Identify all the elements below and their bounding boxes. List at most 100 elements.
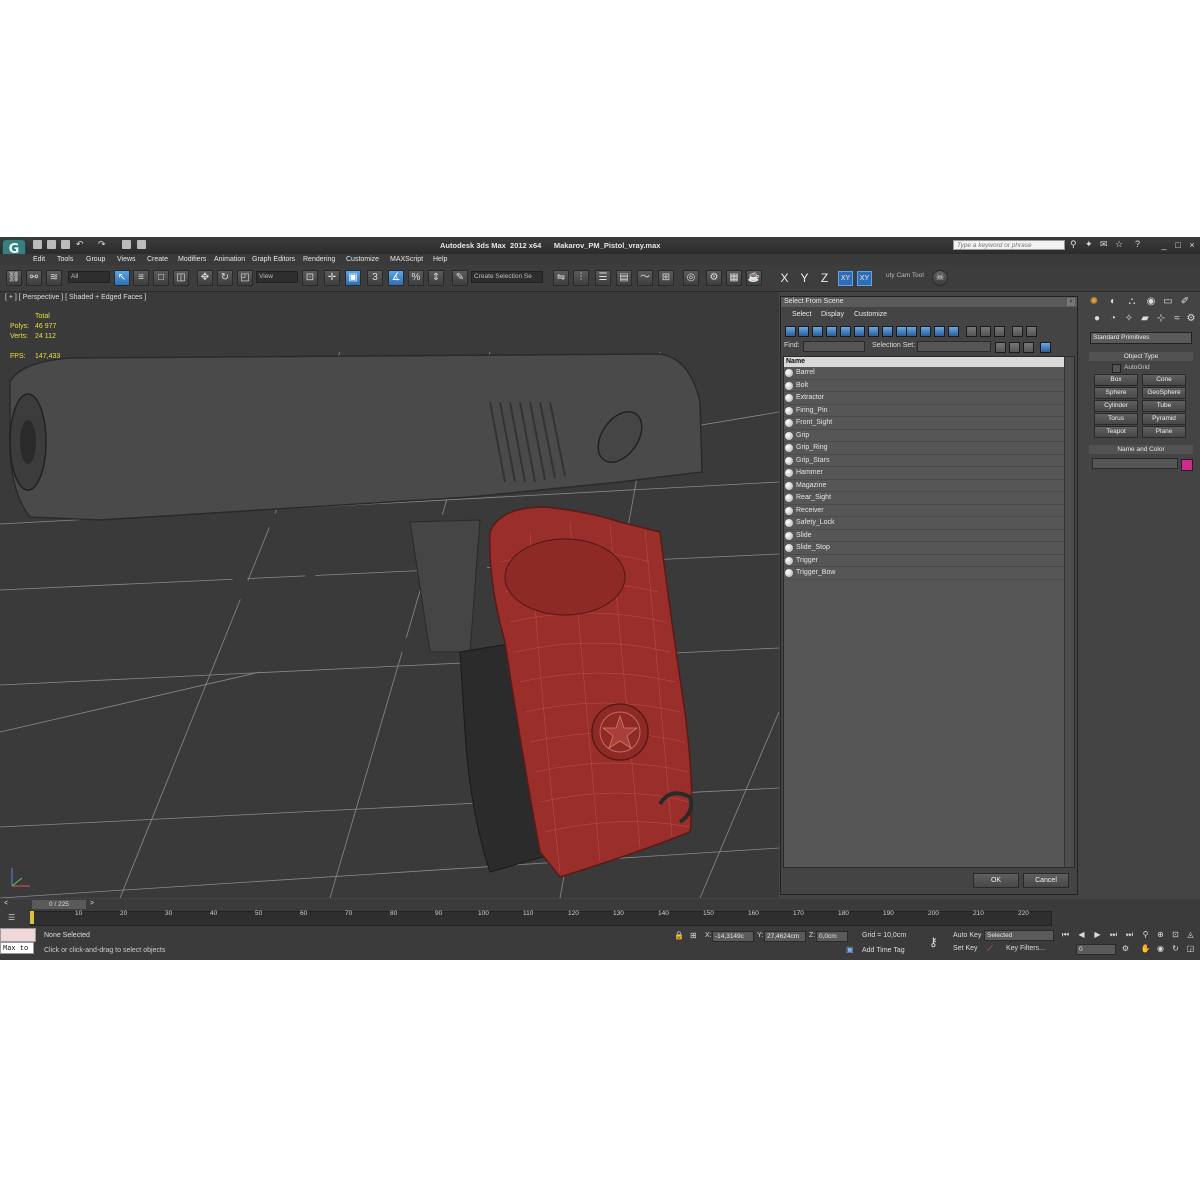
- manage-sets-icon[interactable]: [1023, 342, 1034, 353]
- rendered-frame-icon[interactable]: ▦: [726, 270, 742, 286]
- new-file-icon[interactable]: [33, 240, 42, 249]
- menu-customize[interactable]: Customize: [346, 256, 379, 263]
- geosphere-button[interactable]: GeoSphere: [1142, 387, 1186, 399]
- play-icon[interactable]: ▶: [1092, 930, 1103, 940]
- motion-tab-icon[interactable]: ◉: [1144, 295, 1158, 309]
- z-coordinate-field[interactable]: 0,0cm: [816, 931, 848, 942]
- torus-button[interactable]: Torus: [1094, 413, 1138, 425]
- go-to-start-icon[interactable]: ⏮: [1060, 930, 1071, 940]
- list-item[interactable]: Grip_Stars: [784, 455, 1066, 467]
- cone-button[interactable]: Cone: [1142, 374, 1186, 386]
- axis-x-button[interactable]: X: [777, 271, 792, 286]
- display-xrefs-icon[interactable]: [882, 326, 893, 337]
- subscription-icon[interactable]: ✦: [1085, 240, 1094, 249]
- utilities-tab-icon[interactable]: ✐: [1178, 295, 1192, 309]
- dialog-menu-display[interactable]: Display: [821, 311, 844, 318]
- auto-key-button[interactable]: Auto Key: [953, 932, 981, 939]
- select-by-name-icon[interactable]: ≡: [133, 270, 149, 286]
- selection-filter-dropdown[interactable]: All: [68, 271, 110, 283]
- binoculars-icon[interactable]: ⚲: [1070, 240, 1079, 249]
- menu-create[interactable]: Create: [147, 256, 168, 263]
- dialog-menu-select[interactable]: Select: [792, 311, 811, 318]
- absolute-mode-icon[interactable]: ⊞: [690, 931, 697, 940]
- orbit-icon[interactable]: ↻: [1170, 944, 1181, 954]
- find-input[interactable]: [803, 341, 865, 352]
- reference-coordinate-dropdown[interactable]: View: [256, 271, 298, 283]
- list-item[interactable]: Grip_Ring: [784, 442, 1066, 455]
- link-icon[interactable]: ⛓: [6, 270, 22, 286]
- column-header-name[interactable]: Name: [784, 357, 1066, 367]
- track-bar[interactable]: [30, 911, 1052, 926]
- maxscript-mini-listener[interactable]: Max to: [0, 942, 34, 954]
- save-file-icon[interactable]: [61, 240, 70, 249]
- list-item[interactable]: Hammer: [784, 467, 1066, 480]
- set-key-button[interactable]: Set Key: [953, 945, 978, 952]
- dialog-close-icon[interactable]: ×: [1067, 298, 1075, 306]
- select-invert-icon[interactable]: [994, 326, 1005, 337]
- selection-mode-icon[interactable]: [1040, 342, 1051, 353]
- selection-set-dropdown[interactable]: [917, 341, 991, 352]
- axis-z-button[interactable]: Z: [817, 271, 832, 286]
- list-scrollbar[interactable]: [1064, 357, 1074, 867]
- display-geometry-icon[interactable]: [785, 326, 796, 337]
- help-icon[interactable]: ?: [1135, 240, 1144, 249]
- previous-frame-icon[interactable]: ◀: [1076, 930, 1087, 940]
- trackbar-menu-icon[interactable]: ☰: [8, 913, 21, 924]
- plane-button[interactable]: Plane: [1142, 426, 1186, 438]
- perspective-viewport[interactable]: [ + ] [ Perspective ] [ Shaded + Edged F…: [0, 292, 779, 898]
- maximize-button[interactable]: □: [1172, 239, 1184, 251]
- viewport-label[interactable]: [ + ] [ Perspective ] [ Shaded + Edged F…: [5, 294, 146, 301]
- box-button[interactable]: Box: [1094, 374, 1138, 386]
- maxscript-listener-pink[interactable]: [0, 928, 36, 942]
- communication-icon[interactable]: ✉: [1100, 240, 1109, 249]
- edit-named-selection-icon[interactable]: ✎: [452, 270, 468, 286]
- walk-through-icon[interactable]: ◉: [1155, 944, 1166, 954]
- window-crossing-icon[interactable]: ◫: [173, 270, 189, 286]
- move-icon[interactable]: ✥: [197, 270, 213, 286]
- rotate-icon[interactable]: ↻: [217, 270, 233, 286]
- current-frame-field[interactable]: 0: [1076, 944, 1116, 955]
- graphite-ribbon-icon[interactable]: ▤: [616, 270, 632, 286]
- cameras-category-icon[interactable]: ▰: [1138, 312, 1152, 326]
- axis-xy-cycle-button[interactable]: XY: [857, 271, 872, 286]
- y-coordinate-field[interactable]: 27,4624cm: [764, 931, 806, 942]
- object-type-rollout[interactable]: Object Type: [1089, 352, 1193, 361]
- list-item[interactable]: Magazine: [784, 480, 1066, 492]
- project-folder-icon[interactable]: [122, 240, 131, 249]
- sphere-button[interactable]: Sphere: [1094, 387, 1138, 399]
- primitive-type-dropdown[interactable]: Standard Primitives: [1090, 332, 1192, 344]
- favorites-icon[interactable]: ☆: [1115, 240, 1124, 249]
- list-item[interactable]: Safety_Lock: [784, 517, 1066, 530]
- render-setup-icon[interactable]: ⚙: [706, 270, 722, 286]
- select-object-icon[interactable]: ↖: [114, 270, 130, 286]
- menu-views[interactable]: Views: [117, 256, 136, 263]
- display-space-warps-icon[interactable]: [854, 326, 865, 337]
- list-item[interactable]: Rear_Sight: [784, 492, 1066, 505]
- curve-editor-icon[interactable]: 〜: [637, 270, 653, 286]
- next-frame-icon[interactable]: ⏭: [1108, 930, 1119, 940]
- menu-animation[interactable]: Animation: [214, 256, 245, 263]
- keyboard-shortcut-override-icon[interactable]: ▣: [345, 270, 361, 286]
- redo-icon[interactable]: ↷: [98, 240, 107, 249]
- lock-selection-icon[interactable]: 🔒: [674, 931, 684, 940]
- percent-snap-icon[interactable]: %: [408, 270, 424, 286]
- current-frame-marker[interactable]: [30, 911, 34, 924]
- x-coordinate-field[interactable]: -14,3149c: [712, 931, 754, 942]
- list-item[interactable]: Barrel: [784, 367, 1066, 380]
- material-editor-icon[interactable]: ◎: [683, 270, 699, 286]
- menu-graph-editors[interactable]: Graph Editors: [252, 256, 295, 263]
- display-frozen-icon[interactable]: [920, 326, 931, 337]
- key-filter-icon[interactable]: ⟋: [987, 943, 993, 954]
- axis-y-button[interactable]: Y: [797, 271, 812, 286]
- render-production-icon[interactable]: ☕: [746, 270, 762, 286]
- mirror-icon[interactable]: ⇋: [553, 270, 569, 286]
- select-all-icon[interactable]: [966, 326, 977, 337]
- pyramid-button[interactable]: Pyramid: [1142, 413, 1186, 425]
- modify-tab-icon[interactable]: ◐: [1106, 295, 1120, 309]
- create-tab-icon[interactable]: ✺: [1087, 295, 1101, 309]
- display-cameras-icon[interactable]: [826, 326, 837, 337]
- zoom-extents-icon[interactable]: ⊡: [1170, 930, 1181, 940]
- list-item[interactable]: Firing_Pin: [784, 405, 1066, 417]
- time-slider-left-icon[interactable]: <: [4, 900, 8, 907]
- remove-set-icon[interactable]: [1009, 342, 1020, 353]
